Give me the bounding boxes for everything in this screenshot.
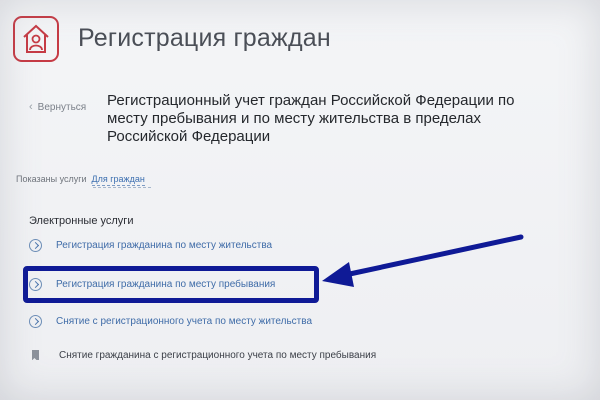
annotation-arrow bbox=[322, 234, 524, 287]
page: Регистрация граждан ‹ Вернуться Регистрац… bbox=[0, 0, 600, 400]
